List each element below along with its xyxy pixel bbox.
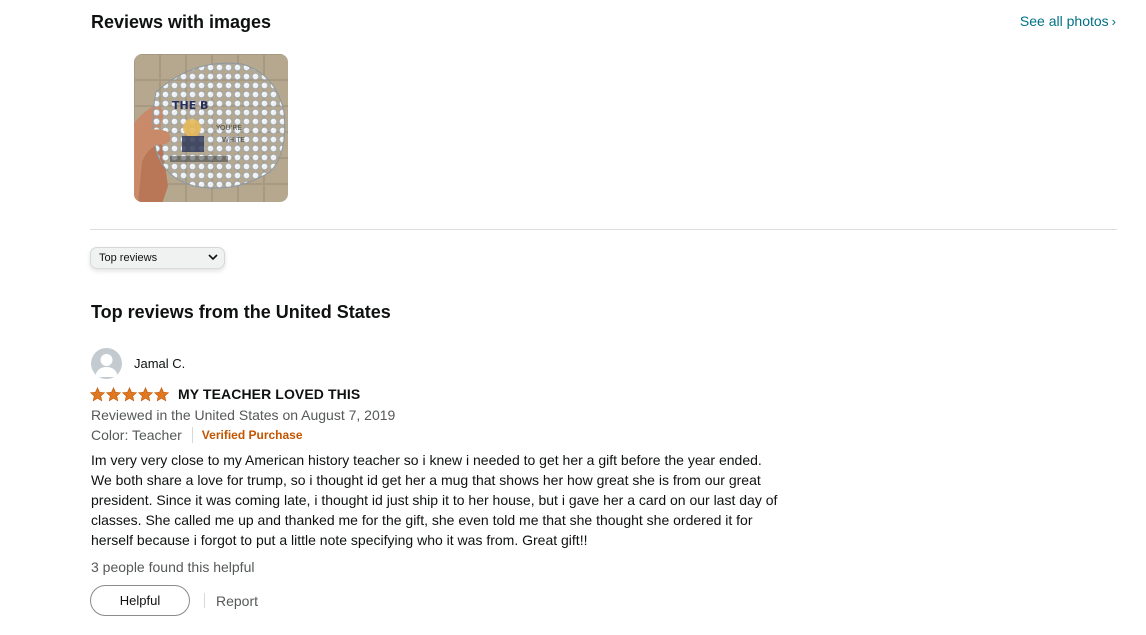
star-rating[interactable] (90, 386, 170, 402)
reviews-page: Reviews with images See all photos › THE (0, 0, 1146, 635)
reviewer-name[interactable]: Jamal C. (134, 356, 185, 371)
review-actions: Helpful Report (90, 585, 258, 616)
review-title[interactable]: MY TEACHER LOVED THIS (178, 386, 360, 402)
sort-selected-label: Top reviews (99, 252, 158, 264)
review-body: Im very very close to my American histor… (91, 452, 778, 548)
five-stars-icon (90, 386, 170, 401)
review-meta: Color: Teacher Verified Purchase (91, 427, 303, 443)
chevron-down-icon (208, 252, 218, 264)
see-all-photos-link[interactable]: See all photos › (1020, 13, 1116, 29)
reviews-with-images-heading: Reviews with images (91, 12, 272, 32)
reviewer-profile[interactable]: Jamal C. (91, 348, 185, 379)
helpful-count: 3 people found this helpful (91, 559, 255, 575)
svg-text:WHITE: WHITE (222, 136, 245, 144)
svg-text:THE B: THE B (172, 99, 208, 112)
section-divider (90, 229, 1117, 230)
svg-text:YOU'RE: YOU'RE (215, 124, 242, 132)
review-image-thumbnail[interactable]: THE B YOU'RE WHITE (134, 54, 288, 202)
user-silhouette-icon (95, 354, 118, 377)
avatar (91, 348, 122, 379)
verified-purchase-badge: Verified Purchase (201, 428, 303, 442)
variant-label[interactable]: Color: Teacher (91, 427, 182, 443)
bubble-wrapped-mug-photo: THE B YOU'RE WHITE (134, 54, 288, 202)
see-all-photos-label: See all photos (1019, 13, 1109, 29)
actions-divider (204, 593, 205, 608)
review-date: Reviewed in the United States on August … (91, 407, 396, 423)
rating-row: MY TEACHER LOVED THIS (90, 386, 360, 402)
meta-divider (191, 427, 193, 443)
chevron-right-icon: › (1111, 13, 1116, 29)
helpful-button[interactable]: Helpful (90, 585, 190, 616)
top-reviews-heading: Top reviews from the United States (91, 302, 391, 322)
sort-reviews-dropdown[interactable]: Top reviews (90, 247, 225, 269)
report-link[interactable]: Report (216, 593, 258, 609)
